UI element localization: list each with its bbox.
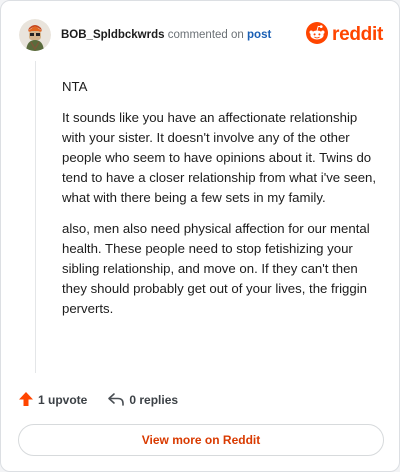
upvote-button[interactable]: 1 upvote xyxy=(18,391,87,410)
view-more-button[interactable]: View more on Reddit xyxy=(18,424,384,456)
comment-header: BOB_Spldbckwrds commented on post reddit xyxy=(19,17,383,53)
comment-meta: BOB_Spldbckwrds commented on post xyxy=(61,29,271,41)
comment-paragraph: NTA xyxy=(62,79,88,94)
thread-line xyxy=(35,61,36,373)
reddit-wordmark: reddit xyxy=(332,24,383,45)
avatar[interactable] xyxy=(19,19,51,51)
reddit-logo-icon xyxy=(306,21,329,49)
action-text: commented on xyxy=(167,29,244,41)
replies-count: 0 replies xyxy=(129,393,179,407)
upvote-count: 1 upvote xyxy=(38,393,88,407)
reply-icon xyxy=(107,391,125,410)
replies-button[interactable]: 0 replies xyxy=(107,391,178,410)
comment-card: BOB_Spldbckwrds commented on post reddit xyxy=(0,0,400,472)
comment-actions: 1 upvote 0 replies xyxy=(18,390,178,410)
comment-body: NTA It sounds like you have an affection… xyxy=(62,77,380,330)
comment-paragraph: also, men also need physical affection f… xyxy=(62,221,370,316)
post-link[interactable]: post xyxy=(247,29,271,41)
reddit-brand[interactable]: reddit xyxy=(306,21,383,49)
username-link[interactable]: BOB_Spldbckwrds xyxy=(61,29,165,41)
upvote-icon xyxy=(18,391,34,410)
comment-paragraph: It sounds like you have an affectionate … xyxy=(62,110,377,205)
